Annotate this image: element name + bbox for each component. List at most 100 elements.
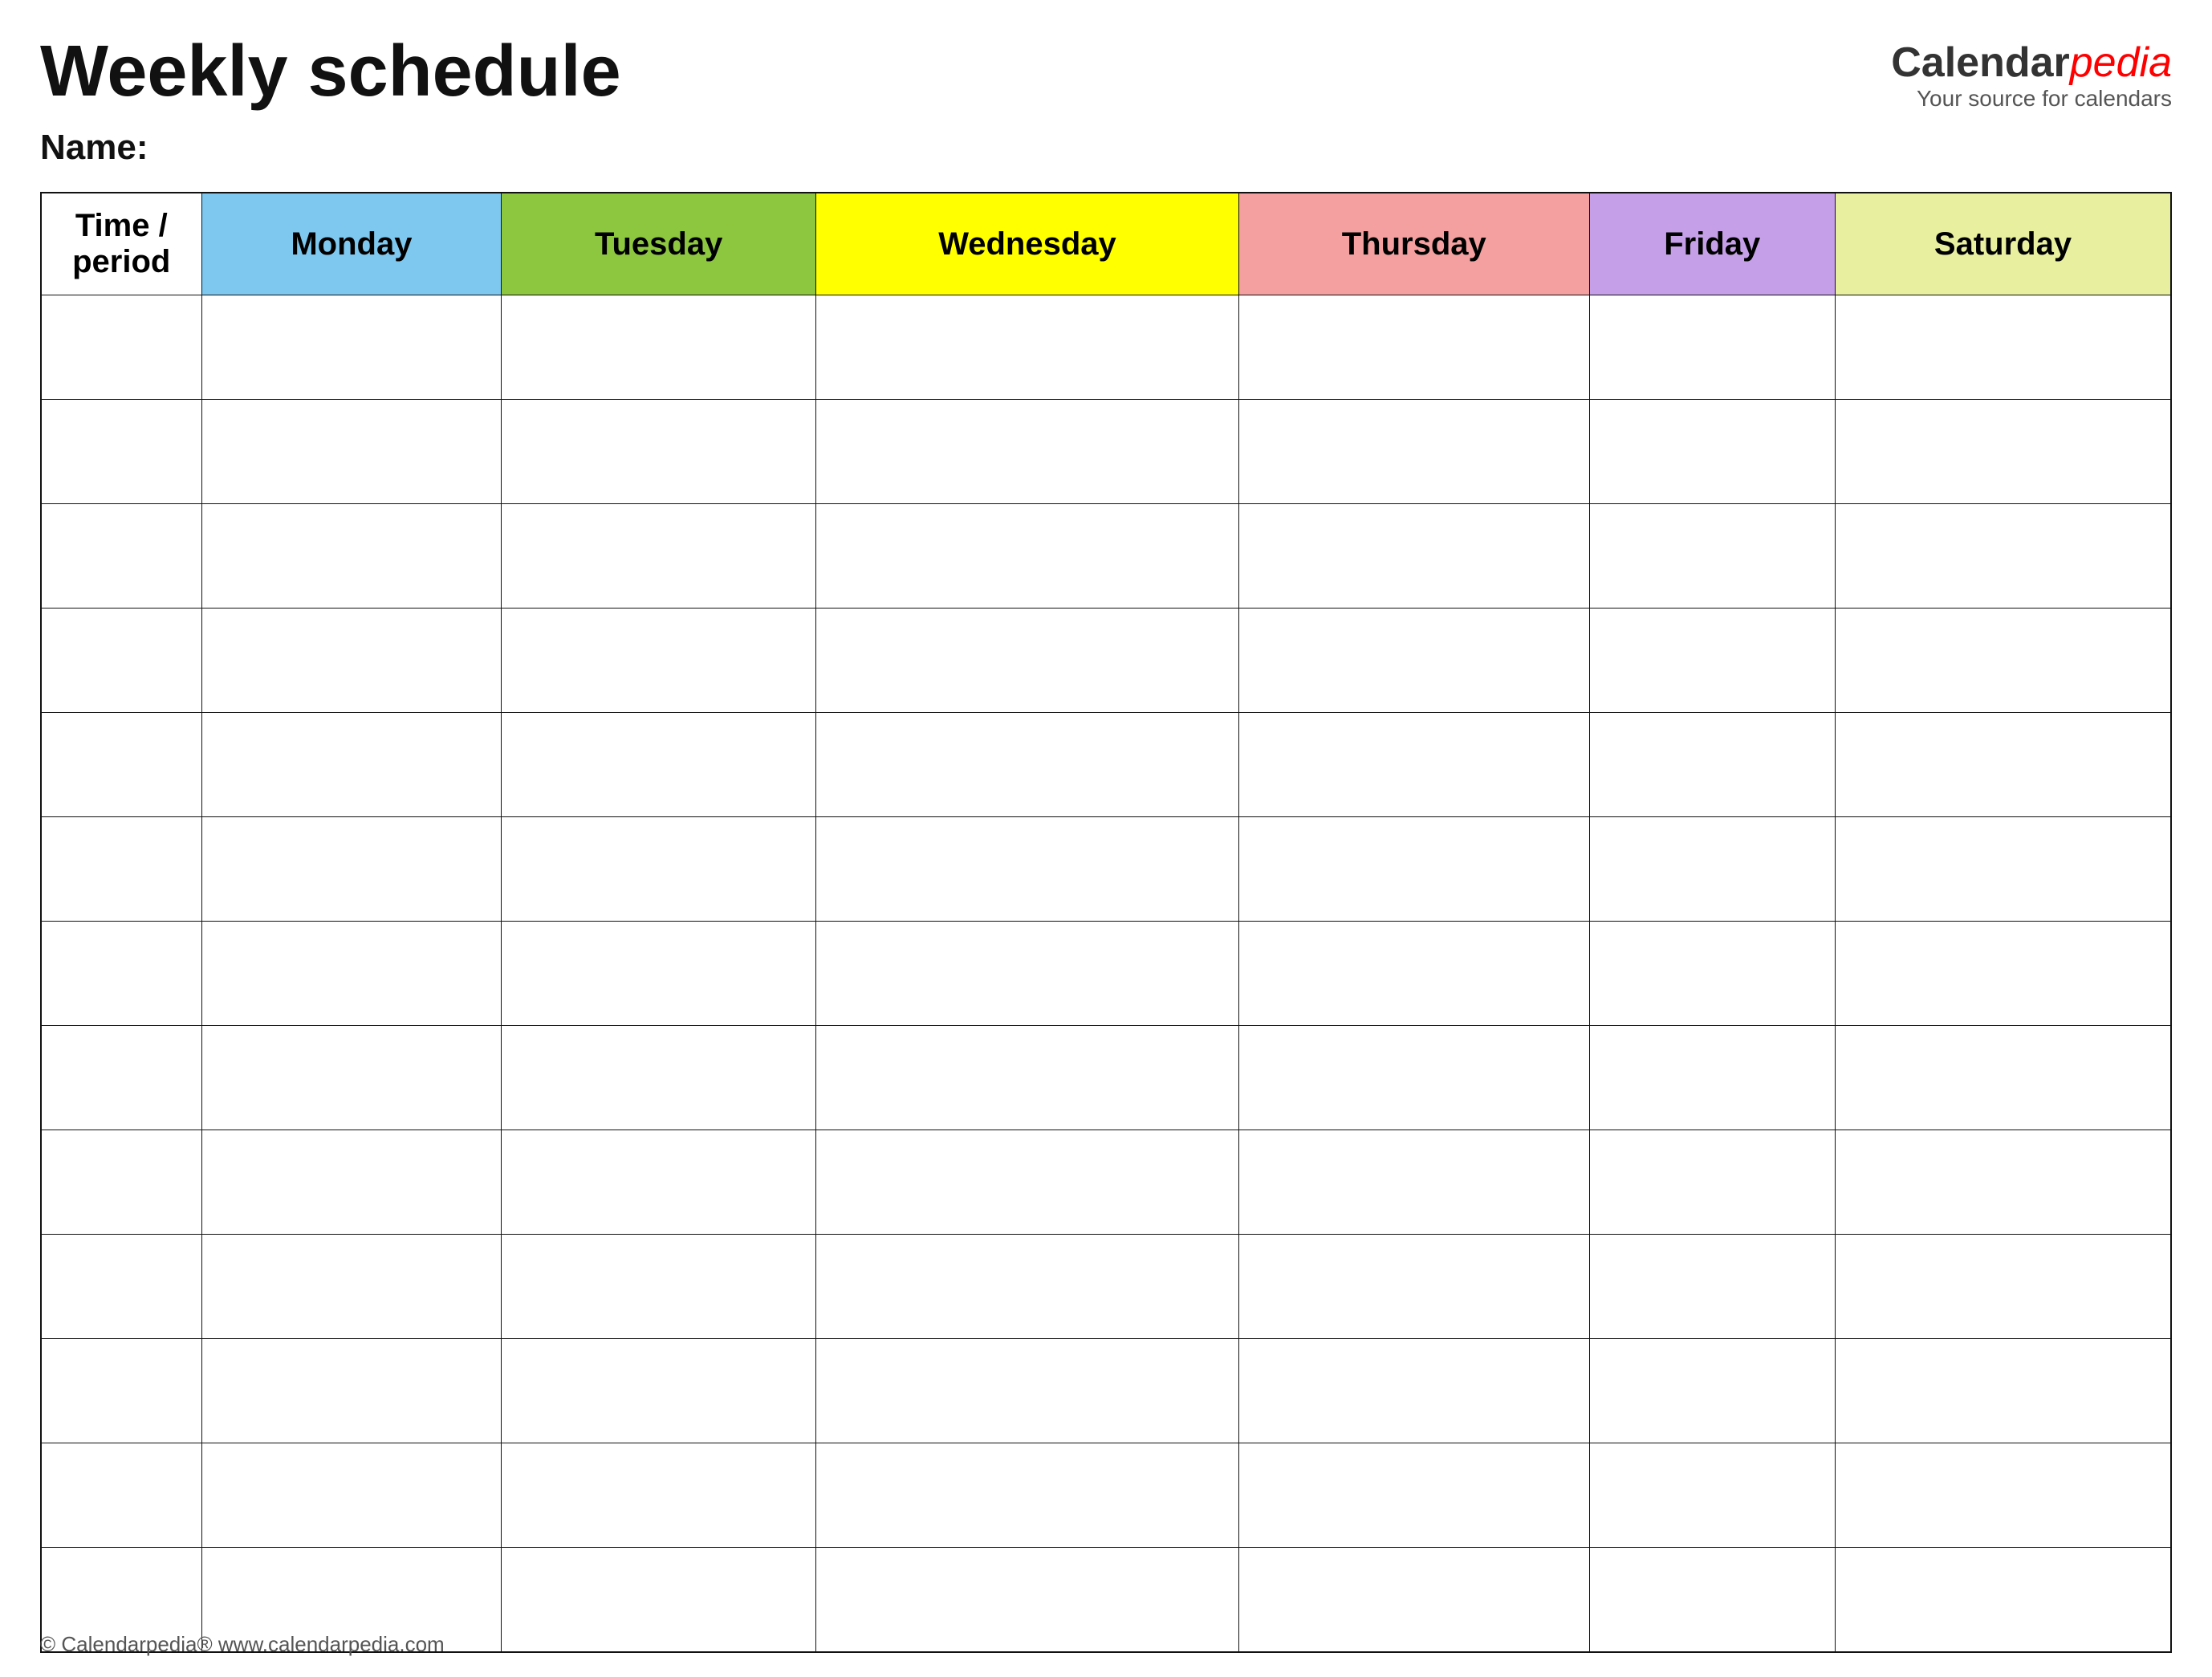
table-cell[interactable] [1835,1548,2171,1652]
table-cell[interactable] [1238,817,1589,922]
table-cell[interactable] [502,1130,816,1235]
table-cell[interactable] [1835,922,2171,1026]
table-cell[interactable] [1238,1235,1589,1339]
logo-pedia: pedia [2070,39,2172,86]
table-cell[interactable] [1589,1443,1835,1548]
table-cell[interactable] [502,922,816,1026]
table-cell[interactable] [1835,609,2171,713]
table-cell[interactable] [1238,1130,1589,1235]
table-cell[interactable] [1238,504,1589,609]
table-cell[interactable] [816,922,1239,1026]
table-cell[interactable] [41,1026,201,1130]
table-cell[interactable] [1835,504,2171,609]
table-cell[interactable] [201,400,502,504]
table-cell[interactable] [201,713,502,817]
table-cell[interactable] [502,713,816,817]
table-cell[interactable] [816,1235,1239,1339]
table-cell[interactable] [816,1026,1239,1130]
table-cell[interactable] [41,922,201,1026]
table-cell[interactable] [1835,400,2171,504]
table-cell[interactable] [201,504,502,609]
table-cell[interactable] [1835,1443,2171,1548]
table-cell[interactable] [816,1548,1239,1652]
table-cell[interactable] [1589,400,1835,504]
table-cell[interactable] [1835,1235,2171,1339]
table-cell[interactable] [201,295,502,400]
table-cell[interactable] [1238,400,1589,504]
table-cell[interactable] [1835,1130,2171,1235]
table-cell[interactable] [1238,713,1589,817]
table-cell[interactable] [1589,1130,1835,1235]
table-cell[interactable] [201,1130,502,1235]
table-cell[interactable] [41,400,201,504]
table-cell[interactable] [41,295,201,400]
table-cell[interactable] [1589,295,1835,400]
table-cell[interactable] [816,1130,1239,1235]
table-cell[interactable] [816,713,1239,817]
table-cell[interactable] [502,1339,816,1443]
table-row [41,1026,2171,1130]
table-cell[interactable] [201,922,502,1026]
table-cell[interactable] [1835,1339,2171,1443]
table-cell[interactable] [1589,1026,1835,1130]
table-cell[interactable] [41,1339,201,1443]
footer: © Calendarpedia® www.calendarpedia.com [40,1632,445,1657]
table-cell[interactable] [41,1130,201,1235]
table-cell[interactable] [502,295,816,400]
table-cell[interactable] [1835,1026,2171,1130]
table-header-row: Time / period Monday Tuesday Wednesday T… [41,193,2171,295]
table-cell[interactable] [201,1339,502,1443]
table-cell[interactable] [1238,1339,1589,1443]
table-cell[interactable] [1589,922,1835,1026]
table-cell[interactable] [502,1443,816,1548]
table-cell[interactable] [816,817,1239,922]
table-cell[interactable] [816,400,1239,504]
table-cell[interactable] [1589,504,1835,609]
table-cell[interactable] [502,817,816,922]
table-row [41,1443,2171,1548]
table-cell[interactable] [1835,817,2171,922]
table-cell[interactable] [816,609,1239,713]
table-cell[interactable] [1589,713,1835,817]
table-cell[interactable] [1238,295,1589,400]
table-cell[interactable] [816,1339,1239,1443]
table-body [41,295,2171,1652]
table-cell[interactable] [41,504,201,609]
table-cell[interactable] [1589,1235,1835,1339]
table-cell[interactable] [1238,609,1589,713]
table-row [41,1130,2171,1235]
table-cell[interactable] [201,609,502,713]
table-cell[interactable] [201,1026,502,1130]
table-cell[interactable] [502,1548,816,1652]
table-cell[interactable] [1835,713,2171,817]
table-cell[interactable] [1238,1548,1589,1652]
table-cell[interactable] [1589,817,1835,922]
table-cell[interactable] [816,1443,1239,1548]
table-cell[interactable] [41,817,201,922]
col-header-wednesday: Wednesday [816,193,1239,295]
table-cell[interactable] [41,713,201,817]
table-cell[interactable] [816,295,1239,400]
table-cell[interactable] [502,1235,816,1339]
table-cell[interactable] [502,1026,816,1130]
table-cell[interactable] [816,504,1239,609]
col-header-saturday: Saturday [1835,193,2171,295]
table-cell[interactable] [1238,1443,1589,1548]
table-cell[interactable] [502,609,816,713]
table-cell[interactable] [1238,1026,1589,1130]
table-cell[interactable] [1589,1339,1835,1443]
table-cell[interactable] [502,400,816,504]
table-cell[interactable] [41,609,201,713]
table-cell[interactable] [41,1235,201,1339]
table-cell[interactable] [201,1235,502,1339]
table-cell[interactable] [41,1443,201,1548]
table-cell[interactable] [1589,609,1835,713]
table-cell[interactable] [201,1443,502,1548]
table-cell[interactable] [201,817,502,922]
table-cell[interactable] [1238,922,1589,1026]
table-cell[interactable] [1589,1548,1835,1652]
col-header-tuesday: Tuesday [502,193,816,295]
table-cell[interactable] [1835,295,2171,400]
name-label: Name: [40,128,2172,168]
table-cell[interactable] [502,504,816,609]
